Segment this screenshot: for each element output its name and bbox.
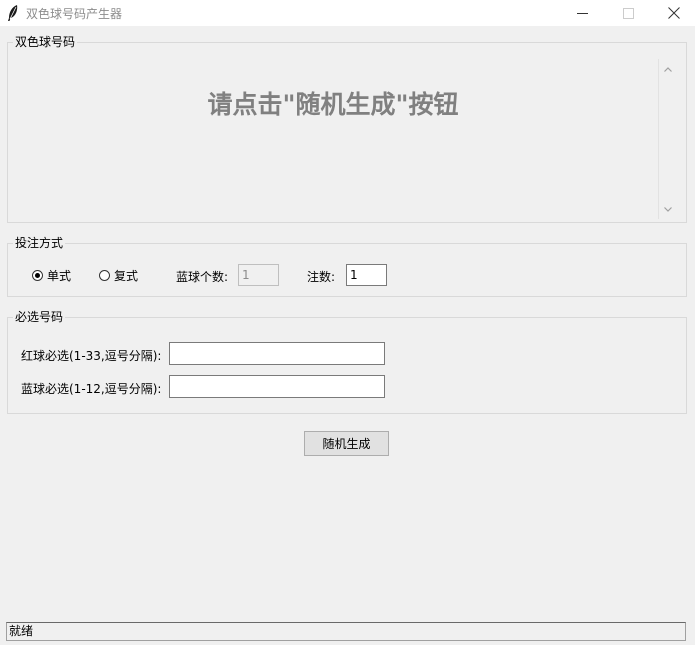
radio-multiple[interactable]: 复式 (99, 267, 138, 284)
minimize-button[interactable] (559, 0, 605, 26)
status-bar: 就绪 (6, 622, 686, 641)
radio-multiple-label: 复式 (114, 269, 139, 283)
must-pick-group: 必选号码 红球必选(1-33,逗号分隔): 蓝球必选(1-12,逗号分隔): (7, 310, 687, 414)
red-pick-input[interactable] (169, 342, 385, 365)
bets-label: 注数: (307, 270, 336, 284)
generate-button[interactable]: 随机生成 (304, 431, 389, 456)
radio-unchecked-icon (99, 270, 110, 281)
radio-single[interactable]: 单式 (32, 267, 71, 284)
maximize-button[interactable] (605, 0, 651, 26)
close-button[interactable] (651, 0, 695, 26)
maximize-icon (622, 7, 634, 19)
title-bar: 双色球号码产生器 (0, 0, 695, 26)
blue-count-label: 蓝球个数: (176, 270, 229, 284)
must-pick-group-label: 必选号码 (13, 310, 66, 325)
radio-checked-icon (32, 270, 43, 281)
window-title: 双色球号码产生器 (26, 7, 123, 21)
blue-count-input[interactable] (238, 264, 279, 286)
bets-input[interactable] (346, 264, 387, 286)
feather-icon (8, 5, 18, 21)
app-window: 双色球号码产生器 双色球号码 请点击"随机生成"按钮 投注方式 单式 复式 蓝球… (0, 0, 695, 645)
result-group: 双色球号码 请点击"随机生成"按钮 (7, 35, 687, 223)
scroll-down-icon[interactable] (659, 201, 677, 217)
result-group-label: 双色球号码 (13, 35, 78, 50)
red-pick-label: 红球必选(1-33,逗号分隔): (21, 349, 162, 363)
scroll-up-icon[interactable] (659, 61, 677, 77)
radio-single-label: 单式 (47, 269, 72, 283)
blue-pick-label: 蓝球必选(1-12,逗号分隔): (21, 382, 162, 396)
minimize-icon (576, 12, 588, 14)
result-scrollbar[interactable] (658, 59, 677, 219)
close-icon (668, 7, 680, 19)
bet-mode-group-label: 投注方式 (13, 236, 66, 251)
result-display: 请点击"随机生成"按钮 (207, 90, 459, 119)
blue-pick-input[interactable] (169, 375, 385, 398)
bet-mode-group: 投注方式 单式 复式 蓝球个数: 注数: (7, 236, 687, 297)
